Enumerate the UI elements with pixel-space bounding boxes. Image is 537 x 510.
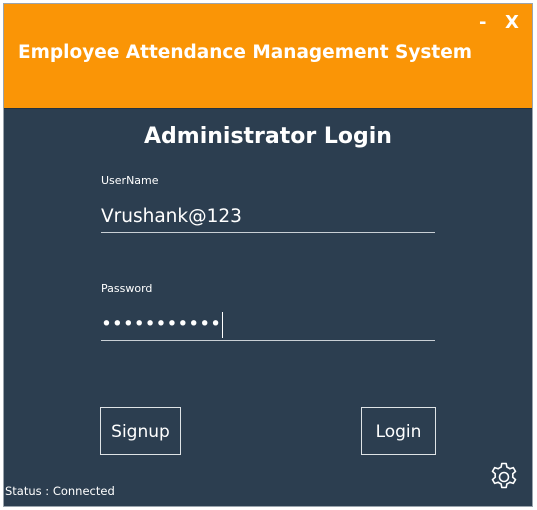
title-bar: Employee Attendance Management System - … (4, 4, 532, 109)
gear-icon[interactable] (487, 460, 521, 494)
status-text: Status : Connected (5, 484, 115, 498)
text-caret (222, 312, 224, 338)
minimize-button[interactable]: - (479, 12, 486, 34)
login-window: Employee Attendance Management System - … (4, 4, 532, 506)
password-mask: ••••••••••• (101, 314, 222, 335)
username-field[interactable]: Vrushank@123 (101, 202, 435, 233)
username-label: UserName (101, 174, 159, 187)
password-label: Password (101, 282, 153, 295)
username-value: Vrushank@123 (101, 206, 242, 227)
login-heading: Administrator Login (144, 124, 392, 149)
close-button[interactable]: X (505, 12, 519, 34)
signup-button[interactable]: Signup (100, 407, 181, 455)
app-title: Employee Attendance Management System (18, 42, 473, 63)
login-button[interactable]: Login (361, 407, 436, 455)
password-field[interactable]: ••••••••••• (101, 310, 435, 341)
